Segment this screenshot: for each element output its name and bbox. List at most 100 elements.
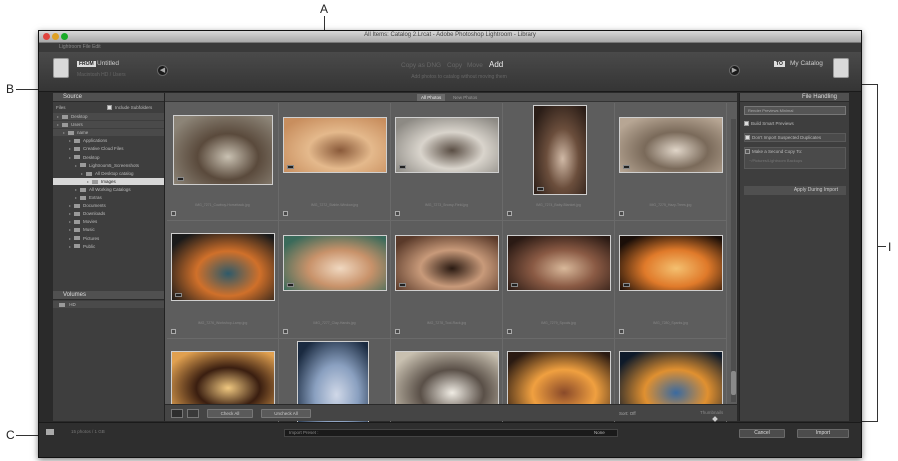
callout-i-line	[877, 246, 886, 247]
photo-filename: IMG_7278_Tool-Rack.jpg	[426, 321, 467, 325]
volume-hd-label: HD	[69, 302, 76, 307]
folder-tree-item[interactable]: ▸ Movies	[53, 218, 164, 225]
mode-move[interactable]: Move	[467, 62, 483, 69]
folder-tree-item[interactable]: ▸ Creative Cloud Files	[53, 145, 164, 152]
photo-thumbnail[interactable]	[507, 235, 611, 291]
import-preset-field[interactable]: Import Preset :	[284, 429, 618, 437]
mode-copy[interactable]: Copy	[447, 62, 462, 69]
folder-tree-item-label: Public	[83, 243, 96, 249]
photo-thumbnail[interactable]	[283, 117, 387, 173]
photo-checkbox[interactable]	[395, 211, 400, 216]
folder-tree-item[interactable]: ▸ All Working Catalogs	[53, 186, 164, 193]
photo-cell[interactable]: IMG_7273_Snowy-Field.jpg	[391, 103, 503, 221]
render-previews-dropdown[interactable]: Render Previews Minimal	[744, 106, 846, 115]
folder-tree-item[interactable]: ▸ Desktop	[53, 113, 164, 120]
photo-thumbnail[interactable]	[533, 105, 587, 195]
build-smart-previews-row[interactable]: Build Smart Previews	[744, 120, 846, 127]
tab-all-photos[interactable]: All Photos	[417, 94, 446, 101]
photo-cell[interactable]: IMG_7274_Baby-Blanket.jpg	[503, 103, 615, 221]
cancel-button[interactable]: Cancel	[739, 429, 785, 438]
second-copy-checkbox[interactable]	[745, 149, 750, 155]
file-type-badge-icon	[623, 283, 630, 287]
photo-checkbox[interactable]	[619, 211, 624, 216]
photo-checkbox[interactable]	[283, 211, 288, 216]
photo-thumbnail[interactable]	[395, 117, 499, 173]
collapse-import-icon[interactable]	[46, 429, 54, 435]
folder-tree-item[interactable]: ▸ Pictures	[53, 235, 164, 242]
destination-forward-arrow-icon[interactable]: ▶	[729, 65, 740, 76]
photo-cell[interactable]: IMG_7272_Stable-Window.jpg	[279, 103, 391, 221]
import-window: All Items: Catalog 2.Lrcat - Adobe Photo…	[38, 30, 862, 458]
photo-cell[interactable]: IMG_7279_Spools.jpg	[503, 221, 615, 339]
photo-checkbox[interactable]	[171, 329, 176, 334]
source-panel-header[interactable]: Source	[53, 93, 164, 102]
folder-tree-item-label: Creative Cloud Files	[83, 146, 124, 152]
photo-checkbox[interactable]	[507, 329, 512, 334]
folder-tree-item[interactable]: ▸ Applications	[53, 137, 164, 144]
mode-copy-as-dng[interactable]: Copy as DNG	[401, 62, 441, 69]
folder-tree-item[interactable]: ▸ Images	[53, 177, 164, 185]
folder-tree-item[interactable]: ▸ name	[53, 129, 164, 137]
folder-icon	[74, 220, 80, 225]
file-handling-header[interactable]: File Handling	[740, 93, 849, 102]
volumes-header[interactable]: Volumes	[53, 291, 164, 300]
folder-tree-item[interactable]: ▸ Downloads	[53, 210, 164, 217]
photo-cell[interactable]: IMG_7276_Workshop-Lamp.jpg	[167, 221, 279, 339]
include-subfolders-checkbox[interactable]	[107, 105, 112, 110]
build-smart-previews-checkbox[interactable]	[744, 121, 749, 127]
folder-tree-item[interactable]: ▸ Music	[53, 226, 164, 233]
photo-thumbnail[interactable]	[173, 115, 273, 185]
mode-add[interactable]: Add	[489, 60, 503, 69]
photo-cell[interactable]: IMG_7280_Sparks.jpg	[615, 221, 727, 339]
dont-import-duplicates-label: Don't Import Suspected Duplicates	[752, 135, 822, 140]
photo-thumbnail[interactable]	[171, 233, 275, 301]
photo-thumbnail[interactable]	[619, 235, 723, 291]
folder-icon	[80, 163, 86, 168]
folder-tree-item[interactable]: ▸ All Desktop catalog	[53, 170, 164, 177]
thumbnail-size-slider[interactable]	[712, 416, 718, 422]
photo-thumbnail[interactable]	[283, 235, 387, 291]
second-copy-label: Make a Second Copy To:	[752, 149, 803, 154]
destination-name[interactable]: My Catalog	[790, 60, 823, 67]
grid-view-icon[interactable]	[171, 409, 183, 418]
file-type-badge-icon	[399, 165, 406, 169]
grid-scrollbar[interactable]	[731, 119, 736, 402]
folder-tree-item-label: Images	[101, 178, 116, 184]
dont-import-duplicates-checkbox[interactable]	[745, 135, 750, 141]
folder-icon	[74, 203, 80, 208]
source-back-arrow-icon[interactable]: ◀	[157, 65, 168, 76]
sort-control[interactable]: Sort: Off	[619, 411, 636, 416]
import-button[interactable]: Import	[797, 429, 849, 438]
folder-tree-item[interactable]: ▸ Lightroom5_Screenshots	[53, 162, 164, 169]
second-copy-row[interactable]: Make a Second Copy To: ~/Pictures/Lightr…	[744, 147, 846, 169]
source-name[interactable]: Untitled	[97, 60, 119, 67]
photo-cell[interactable]: IMG_7275_Hazy-Trees.jpg	[615, 103, 727, 221]
folder-icon	[74, 147, 80, 152]
dont-import-duplicates-row[interactable]: Don't Import Suspected Duplicates	[744, 133, 846, 142]
photo-cell[interactable]: IMG_7278_Tool-Rack.jpg	[391, 221, 503, 339]
loupe-view-icon[interactable]	[187, 409, 199, 418]
photo-cell[interactable]: IMG_7271_Cowboy-Horseback.jpg	[167, 103, 279, 221]
folder-tree-item[interactable]: ▸ Documents	[53, 202, 164, 209]
photo-checkbox[interactable]	[507, 211, 512, 216]
folder-tree-item[interactable]: ▸ Extras	[53, 194, 164, 201]
folder-tree-item-label: Documents	[83, 203, 106, 209]
photo-cell[interactable]: IMG_7277_Clay-Hands.jpg	[279, 221, 391, 339]
grid-scrollbar-thumb[interactable]	[731, 371, 736, 395]
volume-hd[interactable]: HD	[53, 301, 164, 308]
import-preset-value[interactable]: None	[594, 429, 605, 437]
photo-checkbox[interactable]	[619, 329, 624, 334]
folder-tree-item[interactable]: ▸ Users	[53, 121, 164, 129]
photo-checkbox[interactable]	[171, 211, 176, 216]
photo-thumbnail[interactable]	[619, 117, 723, 173]
uncheck-all-button[interactable]: Uncheck All	[261, 409, 311, 418]
folder-icon	[74, 212, 80, 216]
photo-checkbox[interactable]	[395, 329, 400, 334]
check-all-button[interactable]: Check All	[207, 409, 253, 418]
apply-during-import-header[interactable]: Apply During Import	[744, 186, 846, 195]
folder-tree-item[interactable]: ▸ Public	[53, 243, 164, 250]
tab-new-photos[interactable]: New Photos	[449, 94, 481, 101]
folder-tree-item[interactable]: ▸ Desktop	[53, 154, 164, 161]
photo-thumbnail[interactable]	[395, 235, 499, 291]
photo-checkbox[interactable]	[283, 329, 288, 334]
